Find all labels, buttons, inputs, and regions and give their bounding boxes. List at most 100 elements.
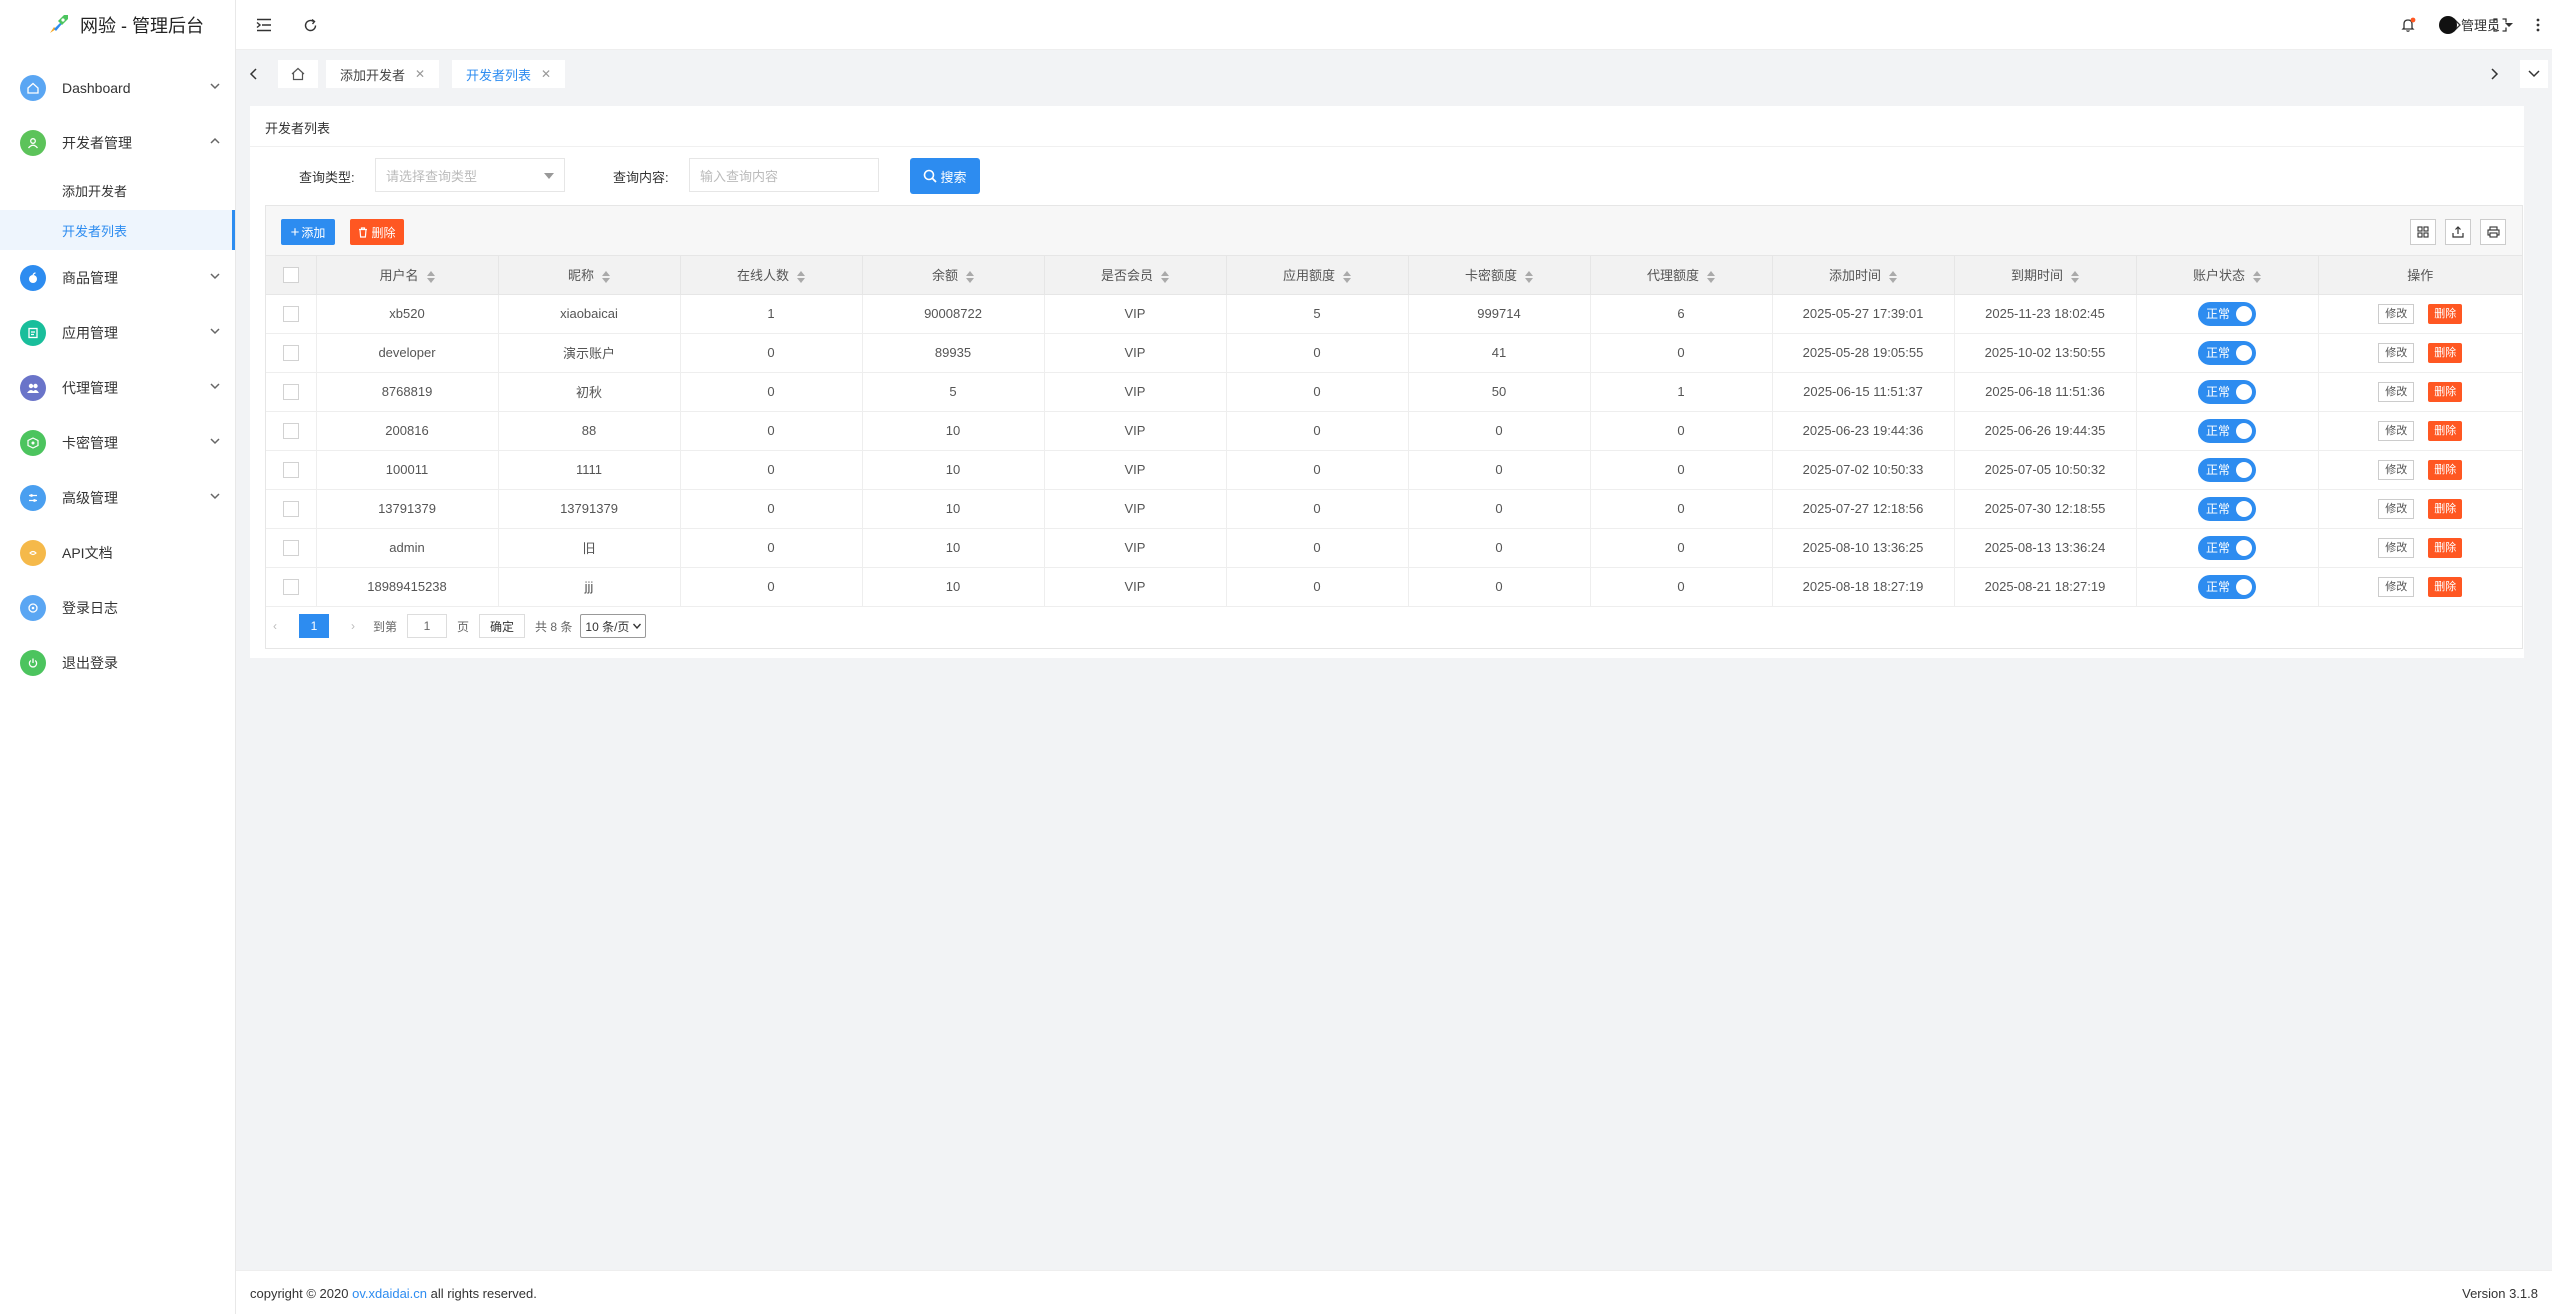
status-toggle[interactable]: 正常 <box>2198 301 2256 326</box>
column-header[interactable]: 昵称 <box>498 256 681 295</box>
status-toggle[interactable]: 正常 <box>2198 418 2256 443</box>
tab-menu-chevron-down-icon[interactable] <box>2520 60 2548 88</box>
column-header[interactable]: 余额 <box>862 256 1045 295</box>
sidebar-item-advanced-management[interactable]: 高级管理 <box>0 470 235 525</box>
sort-icon[interactable] <box>1889 270 1897 283</box>
select-all-checkbox[interactable] <box>282 267 299 284</box>
sidebar-item-app-management[interactable]: 应用管理 <box>0 305 235 360</box>
status-toggle[interactable]: 正常 <box>2198 457 2256 482</box>
more-icon[interactable] <box>2532 13 2544 37</box>
edit-button[interactable]: 修改 <box>2378 537 2415 558</box>
status-toggle[interactable]: 正常 <box>2198 379 2256 404</box>
sort-icon[interactable] <box>2071 270 2079 283</box>
goto-page-input[interactable]: 1 <box>407 614 448 638</box>
column-header[interactable]: 账户状态 <box>2136 256 2319 295</box>
delete-button[interactable]: 删除 <box>2428 420 2463 441</box>
add-button[interactable]: + 添加 <box>281 219 335 245</box>
edit-button[interactable]: 修改 <box>2378 342 2415 363</box>
row-checkbox[interactable] <box>282 461 299 478</box>
domain-link[interactable]: ov.xdaidai.cn <box>352 1286 427 1301</box>
print-icon[interactable] <box>2480 219 2506 245</box>
current-page-button[interactable]: 1 <box>299 614 329 638</box>
tab-next-icon[interactable] <box>2480 60 2508 88</box>
bell-icon[interactable] <box>2396 13 2420 37</box>
sort-icon[interactable] <box>797 270 805 283</box>
edit-button[interactable]: 修改 <box>2378 576 2415 597</box>
column-header[interactable]: 卡密额度 <box>1408 256 1591 295</box>
column-header[interactable]: 用户名 <box>316 256 499 295</box>
sort-icon[interactable] <box>602 270 610 283</box>
sort-icon[interactable] <box>966 270 974 283</box>
sidebar-subitem-add-developer[interactable]: 添加开发者 <box>0 170 235 210</box>
row-checkbox[interactable] <box>282 422 299 439</box>
sidebar-subitem-developer-list[interactable]: 开发者列表 <box>0 210 235 250</box>
close-icon[interactable]: ✕ <box>541 67 551 81</box>
delete-button[interactable]: 删除 <box>2428 459 2463 480</box>
query-type-select[interactable]: 请选择查询类型 <box>375 158 565 192</box>
row-checkbox[interactable] <box>282 344 299 361</box>
column-header[interactable]: 在线人数 <box>680 256 863 295</box>
table-cell: xb520 <box>316 294 499 334</box>
delete-button[interactable]: 删除 <box>2428 576 2463 597</box>
edit-button[interactable]: 修改 <box>2378 420 2415 441</box>
tab-developer-list[interactable]: 开发者列表 ✕ <box>452 60 566 88</box>
status-toggle[interactable]: 正常 <box>2198 340 2256 365</box>
sidebar-item-logout[interactable]: 退出登录 <box>0 635 235 690</box>
columns-icon[interactable] <box>2410 219 2436 245</box>
row-checkbox[interactable] <box>282 305 299 322</box>
sidebar-item-developer-management[interactable]: 开发者管理 <box>0 115 235 170</box>
row-checkbox[interactable] <box>282 578 299 595</box>
tab-add-developer[interactable]: 添加开发者 ✕ <box>326 60 440 88</box>
sort-icon[interactable] <box>2253 270 2261 283</box>
sidebar-item-agent-management[interactable]: 代理管理 <box>0 360 235 415</box>
close-icon[interactable]: ✕ <box>415 67 425 81</box>
search-button[interactable]: 搜索 <box>910 158 980 194</box>
sidebar-item-dashboard[interactable]: Dashboard <box>0 60 235 115</box>
sidebar-item-login-log[interactable]: 登录日志 <box>0 580 235 635</box>
edit-button[interactable]: 修改 <box>2378 498 2415 519</box>
delete-button[interactable]: 删除 <box>2428 498 2463 519</box>
delete-button[interactable]: 删除 <box>2428 537 2463 558</box>
edit-button[interactable]: 修改 <box>2378 381 2415 402</box>
row-checkbox[interactable] <box>282 500 299 517</box>
column-header[interactable]: 添加时间 <box>1772 256 1955 295</box>
sort-icon[interactable] <box>1343 270 1351 283</box>
edit-button[interactable]: 修改 <box>2378 459 2415 480</box>
column-header[interactable]: 到期时间 <box>1954 256 2137 295</box>
prev-page-icon[interactable]: ‹ <box>265 619 285 633</box>
delete-button[interactable]: 删除 <box>2428 303 2463 324</box>
refresh-icon[interactable] <box>298 13 322 37</box>
app-logo[interactable]: 网验 - 管理后台 <box>0 0 235 50</box>
sort-icon[interactable] <box>1161 270 1169 283</box>
sort-icon[interactable] <box>1525 270 1533 283</box>
page-size-select[interactable]: 10 条/页 <box>580 614 647 638</box>
status-toggle[interactable]: 正常 <box>2198 535 2256 560</box>
delete-button[interactable]: 删除 <box>2428 342 2463 363</box>
table-header-row: 用户名 昵称 在线人数 余额 是否会员 应用额度 卡密额度 代理额度 添加时间 … <box>266 256 2522 295</box>
next-page-icon[interactable]: › <box>343 619 363 633</box>
confirm-button[interactable]: 确定 <box>479 614 526 638</box>
tab-home[interactable] <box>278 60 318 88</box>
column-header[interactable]: 应用额度 <box>1226 256 1409 295</box>
delete-button[interactable]: 删除 <box>2428 381 2463 402</box>
admin-menu[interactable]: 管理员 <box>2438 15 2514 34</box>
menu-toggle-icon[interactable] <box>252 13 276 37</box>
edit-button[interactable]: 修改 <box>2378 303 2415 324</box>
actions-cell: 修改 删除 <box>2318 489 2522 529</box>
column-header[interactable]: 代理额度 <box>1590 256 1773 295</box>
actions-cell: 修改 删除 <box>2318 411 2522 451</box>
batch-delete-button[interactable]: 删除 <box>350 219 404 245</box>
row-checkbox[interactable] <box>282 539 299 556</box>
sidebar-item-api-docs[interactable]: API文档 <box>0 525 235 580</box>
status-toggle[interactable]: 正常 <box>2198 496 2256 521</box>
query-content-input[interactable]: 输入查询内容 <box>689 158 879 192</box>
export-icon[interactable] <box>2445 219 2471 245</box>
sort-icon[interactable] <box>1707 270 1715 283</box>
sort-icon[interactable] <box>426 270 435 283</box>
tab-prev-icon[interactable] <box>240 60 268 88</box>
sidebar-item-card-management[interactable]: 卡密管理 <box>0 415 235 470</box>
column-header[interactable]: 是否会员 <box>1044 256 1227 295</box>
status-toggle[interactable]: 正常 <box>2198 574 2256 599</box>
sidebar-item-product-management[interactable]: 商品管理 <box>0 250 235 305</box>
row-checkbox[interactable] <box>282 383 299 400</box>
